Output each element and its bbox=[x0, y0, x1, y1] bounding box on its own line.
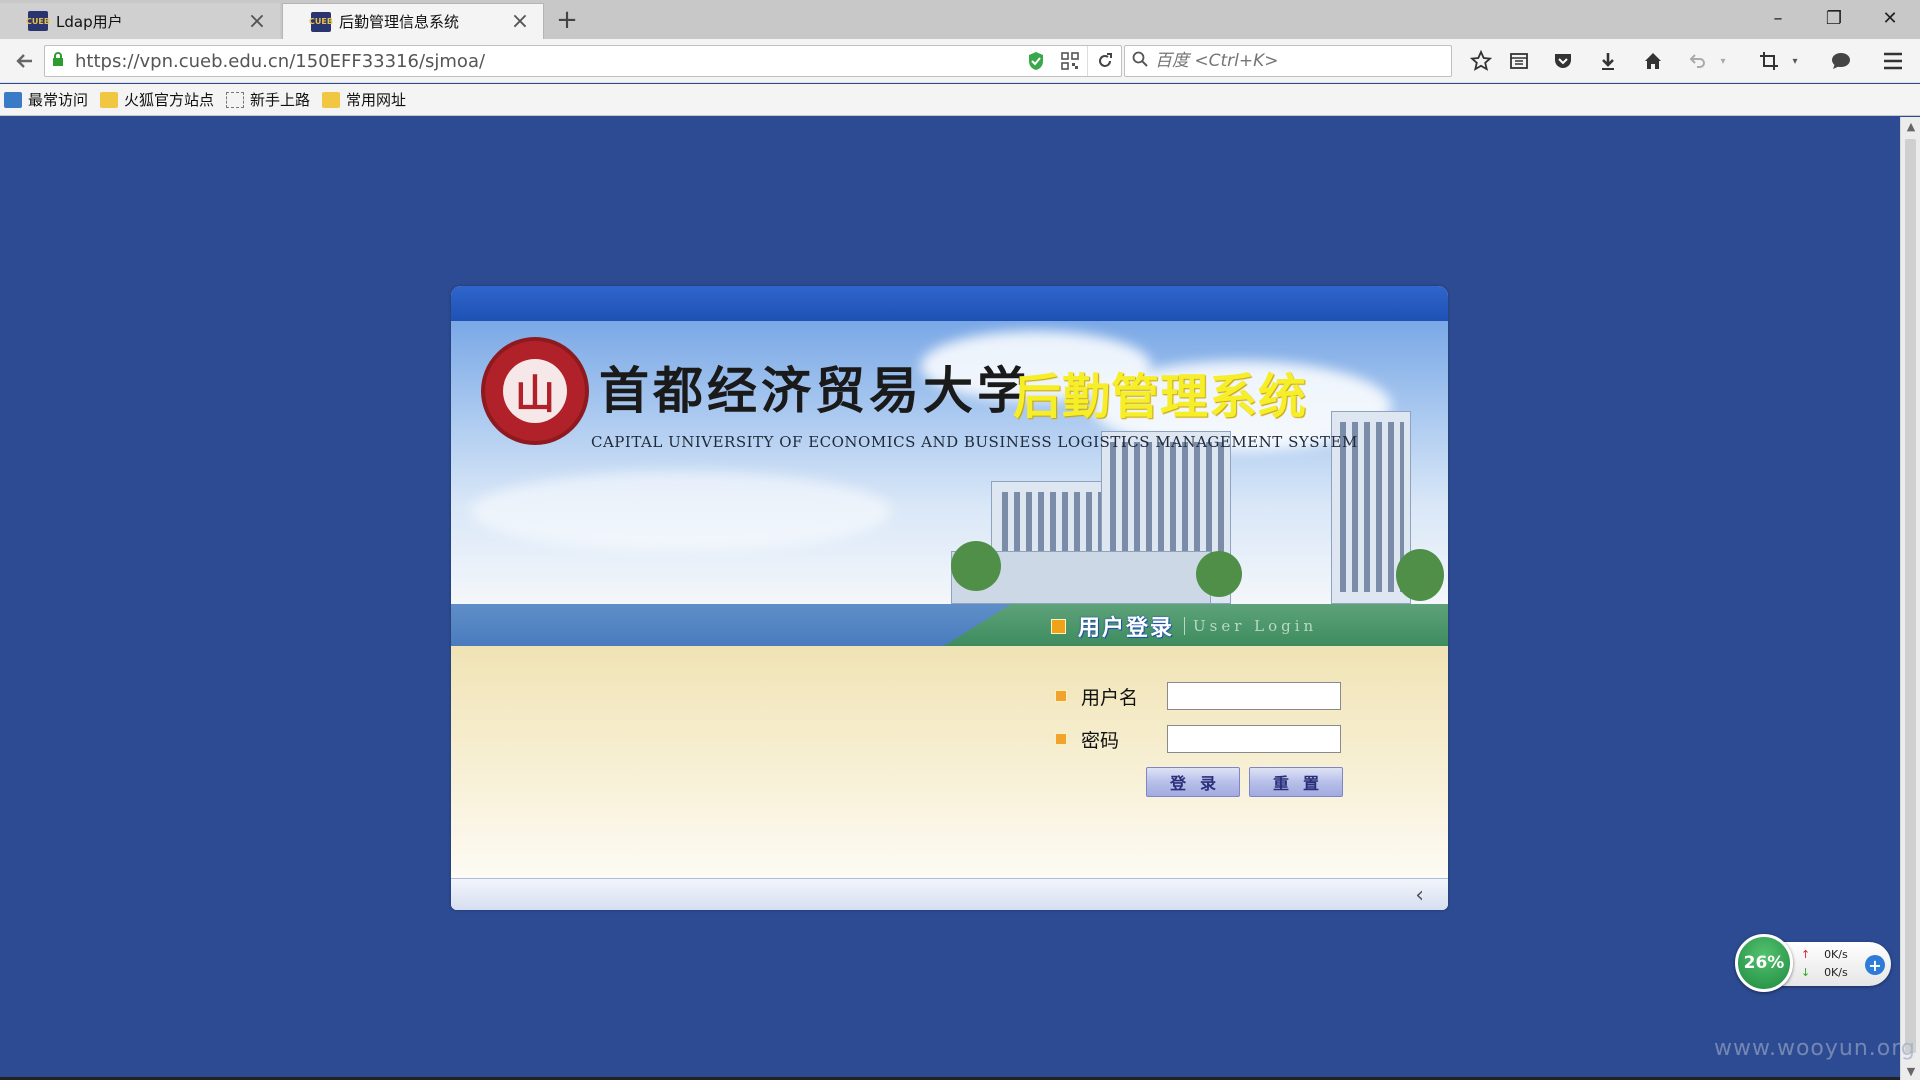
bookmark-common-urls[interactable]: 常用网址 bbox=[322, 89, 406, 110]
back-arrow-icon[interactable] bbox=[10, 47, 40, 75]
tree-decoration bbox=[1196, 551, 1242, 597]
system-title: 后勤管理系统 bbox=[1013, 369, 1308, 425]
bookmark-label: 最常访问 bbox=[28, 91, 89, 109]
university-name-cn: 首都经济贸易大学 bbox=[599, 361, 1031, 420]
reading-list-icon[interactable] bbox=[1504, 47, 1534, 75]
scroll-down-arrow-icon[interactable]: ▼ bbox=[1901, 1062, 1920, 1080]
bookmark-label: 新手上路 bbox=[250, 91, 311, 109]
username-label: 用户名 bbox=[1081, 686, 1139, 709]
vertical-scrollbar[interactable]: ▲ ▼ bbox=[1900, 117, 1920, 1080]
plus-icon[interactable]: + bbox=[1865, 955, 1885, 975]
tree-decoration bbox=[951, 541, 1001, 591]
reload-icon[interactable] bbox=[1087, 46, 1121, 76]
login-title-en: User Login bbox=[1184, 617, 1317, 635]
tab-label: 后勤管理信息系统 bbox=[339, 13, 460, 31]
password-label: 密码 bbox=[1081, 729, 1120, 752]
login-button[interactable]: 登录 bbox=[1146, 767, 1240, 797]
tab-label: Ldap用户 bbox=[56, 12, 123, 31]
title-bullet-icon bbox=[1051, 618, 1066, 634]
shield-icon[interactable] bbox=[1019, 46, 1053, 76]
bookmarks-toolbar: 最常访问 火狐官方站点 新手上路 常用网址 bbox=[0, 84, 1920, 116]
login-form: 用户名 密码 bbox=[451, 646, 1448, 878]
folder-icon bbox=[322, 91, 341, 108]
home-icon[interactable] bbox=[1638, 47, 1668, 75]
chevron-down-icon[interactable]: ▾ bbox=[1716, 47, 1730, 75]
pocket-icon[interactable] bbox=[1548, 47, 1578, 75]
lock-icon[interactable] bbox=[45, 51, 71, 71]
folder-icon bbox=[100, 91, 119, 108]
bookmark-getting-started[interactable]: 新手上路 bbox=[226, 89, 310, 110]
restore-button[interactable]: ❐ bbox=[1812, 4, 1856, 32]
username-row: 用户名 bbox=[1055, 682, 1341, 710]
menu-icon[interactable] bbox=[1878, 47, 1908, 75]
download-arrow-icon: ↓ bbox=[1801, 966, 1811, 979]
search-input[interactable] bbox=[1155, 51, 1451, 71]
tree-decoration bbox=[1396, 549, 1444, 601]
bookmark-label: 常用网址 bbox=[346, 91, 407, 109]
login-panel: 山 首都经济贸易大学 后勤管理系统 CAPITAL UNIVERSITY OF … bbox=[451, 286, 1448, 910]
password-input[interactable] bbox=[1167, 725, 1341, 753]
login-title: 用户登录 User Login bbox=[1051, 610, 1317, 642]
crop-screenshot-icon[interactable] bbox=[1754, 47, 1784, 75]
chat-bubble-icon[interactable] bbox=[1826, 47, 1856, 75]
bookmark-icon bbox=[4, 91, 22, 108]
new-tab-button[interactable]: + bbox=[552, 5, 582, 35]
memory-usage-badge[interactable]: 26% bbox=[1735, 934, 1793, 992]
chevron-down-icon[interactable]: ▾ bbox=[1788, 47, 1802, 75]
download-icon[interactable] bbox=[1593, 47, 1623, 75]
scrollbar-thumb[interactable] bbox=[1905, 139, 1916, 1053]
undo-icon[interactable] bbox=[1682, 47, 1712, 75]
cloud-decoration bbox=[471, 471, 891, 551]
bookmark-label: 火狐官方站点 bbox=[124, 91, 215, 109]
reset-button[interactable]: 重置 bbox=[1249, 767, 1343, 797]
address-bar[interactable]: https://vpn.cueb.edu.cn/150EFF33316/sjmo… bbox=[44, 45, 1122, 77]
bullet-icon bbox=[1055, 690, 1067, 702]
cueb-favicon-icon: CUEB bbox=[309, 11, 333, 32]
strip-wave-decoration bbox=[451, 604, 1011, 646]
search-icon bbox=[1125, 51, 1155, 72]
password-row: 密码 bbox=[1055, 725, 1341, 753]
bookmark-most-visited[interactable]: 最常访问 bbox=[4, 89, 88, 110]
login-title-strip: 用户登录 User Login bbox=[451, 604, 1448, 646]
seal-glyph: 山 bbox=[503, 359, 567, 423]
network-speed-widget[interactable]: 26% ↑ 0K/s ↓ 0K/s + bbox=[1735, 934, 1891, 992]
system-banner: 山 首都经济贸易大学 后勤管理系统 CAPITAL UNIVERSITY OF … bbox=[451, 321, 1448, 604]
navigation-toolbar: https://vpn.cueb.edu.cn/150EFF33316/sjmo… bbox=[0, 39, 1920, 83]
scroll-up-arrow-icon[interactable]: ▲ bbox=[1901, 117, 1920, 135]
upload-rate: 0K/s bbox=[1824, 948, 1848, 961]
tab-bar: CUEB Ldap用户 × CUEB 后勤管理信息系统 × + – ❐ ✕ bbox=[0, 0, 1920, 39]
speed-rates: ↑ 0K/s ↓ 0K/s bbox=[1801, 946, 1848, 982]
panel-footer: ‹ bbox=[451, 878, 1448, 910]
bullet-icon bbox=[1055, 733, 1067, 745]
tab-ldap-users[interactable]: CUEB Ldap用户 × bbox=[0, 3, 280, 39]
cueb-favicon-icon: CUEB bbox=[26, 11, 50, 31]
minimize-button[interactable]: – bbox=[1756, 4, 1800, 32]
download-rate: 0K/s bbox=[1824, 966, 1848, 979]
university-seal-logo: 山 bbox=[481, 337, 589, 445]
university-name-en: CAPITAL UNIVERSITY OF ECONOMICS AND BUSI… bbox=[591, 433, 1358, 451]
username-input[interactable] bbox=[1167, 682, 1341, 710]
close-tab-icon[interactable]: × bbox=[509, 9, 531, 34]
panel-header-bar bbox=[451, 286, 1448, 321]
login-title-cn: 用户登录 bbox=[1078, 616, 1175, 641]
blank-page-icon bbox=[226, 91, 245, 108]
url-text[interactable]: https://vpn.cueb.edu.cn/150EFF33316/sjmo… bbox=[71, 51, 1019, 72]
upload-arrow-icon: ↑ bbox=[1801, 948, 1811, 961]
search-box[interactable] bbox=[1124, 45, 1452, 77]
close-window-button[interactable]: ✕ bbox=[1868, 4, 1912, 32]
chevron-left-icon[interactable]: ‹ bbox=[1415, 883, 1424, 908]
close-tab-icon[interactable]: × bbox=[246, 9, 268, 34]
tab-logistics-system[interactable]: CUEB 后勤管理信息系统 × bbox=[282, 3, 544, 39]
bookmark-firefox-site[interactable]: 火狐官方站点 bbox=[100, 89, 214, 110]
star-icon[interactable] bbox=[1466, 47, 1496, 75]
qr-code-icon[interactable] bbox=[1053, 46, 1087, 76]
watermark: www.wooyun.org bbox=[1714, 1036, 1916, 1061]
